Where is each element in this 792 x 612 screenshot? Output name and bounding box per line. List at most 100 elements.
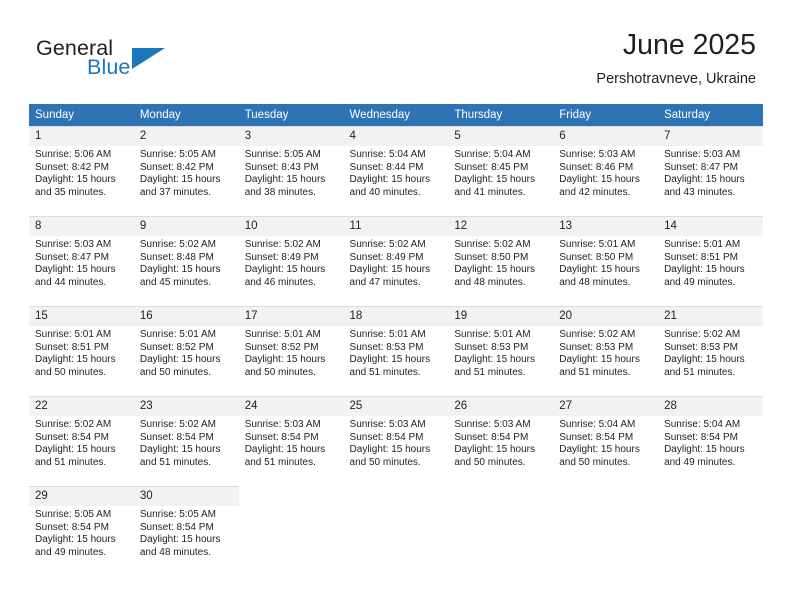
daylight-text-line2: and 42 minutes. (559, 186, 631, 198)
calendar-day-cell[interactable]: 11 Sunrise: 5:02 AM Sunset: 8:49 PM Dayligh… (343, 216, 449, 306)
sunrise-text: Sunrise: 5:03 AM (244, 419, 321, 430)
day-number: 9 (133, 217, 239, 236)
calendar-day-cell[interactable]: 10 Sunrise: 5:02 AM Sunset: 8:49 PM Dayligh… (238, 216, 344, 306)
sunset-text: Sunset: 8:51 PM (35, 341, 109, 353)
calendar-day-cell (343, 486, 449, 576)
calendar-day-cell[interactable]: 7 Sunrise: 5:03 AM Sunset: 8:47 PM Daylight… (658, 126, 763, 216)
day-number: 25 (343, 397, 449, 416)
weekday-header-tuesday: Tuesday (238, 104, 344, 126)
daylight-text-line1: Daylight: 15 hours (349, 444, 431, 456)
daylight-text-line2: and 49 minutes. (664, 276, 736, 288)
day-details: Sunrise: 5:02 AM Sunset: 8:54 PM Daylight:… (134, 416, 239, 469)
calendar-header-row: Sunday Monday Tuesday Wednesday Thursday… (29, 104, 763, 126)
day-details: Sunrise: 5:02 AM Sunset: 8:50 PM Daylight:… (448, 236, 553, 289)
sunset-text: Sunset: 8:54 PM (244, 431, 319, 443)
weekday-header-saturday: Saturday (658, 104, 763, 126)
calendar-day-cell[interactable]: 2 Sunrise: 5:05 AM Sunset: 8:42 PM Daylight… (133, 126, 239, 216)
calendar-day-cell[interactable]: 4 Sunrise: 5:04 AM Sunset: 8:44 PM Daylight… (343, 126, 449, 216)
sunset-text: Sunset: 8:54 PM (454, 431, 529, 443)
calendar-day-cell[interactable]: 8 Sunrise: 5:03 AM Sunset: 8:47 PM Daylight… (29, 216, 134, 306)
daylight-text-line1: Daylight: 15 hours (139, 354, 221, 366)
sunrise-text: Sunrise: 5:04 AM (664, 419, 741, 430)
calendar-day-cell[interactable]: 9 Sunrise: 5:02 AM Sunset: 8:48 PM Daylight… (133, 216, 239, 306)
day-cell-content: 29 Sunrise: 5:05 AM Sunset: 8:54 PM Dayligh… (29, 486, 134, 576)
calendar-day-cell[interactable]: 20 Sunrise: 5:02 AM Sunset: 8:53 PM Dayligh… (553, 306, 659, 396)
calendar-day-cell[interactable]: 25 Sunrise: 5:03 AM Sunset: 8:54 PM Dayligh… (343, 396, 449, 486)
daylight-text-line2: and 51 minutes. (454, 366, 526, 378)
sunrise-text: Sunrise: 5:04 AM (349, 149, 426, 160)
sunset-text: Sunset: 8:52 PM (244, 341, 319, 353)
daylight-text-line1: Daylight: 15 hours (349, 174, 431, 186)
calendar-day-cell[interactable]: 15 Sunrise: 5:01 AM Sunset: 8:51 PM Dayligh… (29, 306, 134, 396)
day-cell-content: 28 Sunrise: 5:04 AM Sunset: 8:54 PM Dayligh… (658, 396, 763, 486)
day-details: Sunrise: 5:02 AM Sunset: 8:53 PM Daylight:… (658, 326, 763, 379)
day-details: Sunrise: 5:01 AM Sunset: 8:53 PM Daylight:… (344, 326, 449, 379)
daylight-text-line1: Daylight: 15 hours (664, 264, 745, 276)
daylight-text-line2: and 50 minutes. (35, 366, 107, 378)
sunset-text: Sunset: 8:54 PM (664, 431, 738, 443)
sunrise-text: Sunrise: 5:03 AM (35, 239, 112, 250)
sunrise-text: Sunrise: 5:01 AM (454, 329, 531, 340)
sunset-text: Sunset: 8:47 PM (664, 161, 738, 173)
calendar-day-cell[interactable]: 18 Sunrise: 5:01 AM Sunset: 8:53 PM Dayligh… (343, 306, 449, 396)
day-cell-content: 30 Sunrise: 5:05 AM Sunset: 8:54 PM Dayligh… (133, 486, 239, 576)
sunrise-text: Sunrise: 5:02 AM (139, 239, 216, 250)
calendar-day-cell[interactable]: 14 Sunrise: 5:01 AM Sunset: 8:51 PM Dayligh… (658, 216, 763, 306)
calendar-day-cell[interactable]: 26 Sunrise: 5:03 AM Sunset: 8:54 PM Dayligh… (448, 396, 554, 486)
sunrise-text: Sunrise: 5:02 AM (664, 329, 741, 340)
calendar-day-cell[interactable]: 28 Sunrise: 5:04 AM Sunset: 8:54 PM Dayligh… (658, 396, 763, 486)
calendar-day-cell[interactable]: 29 Sunrise: 5:05 AM Sunset: 8:54 PM Dayligh… (29, 486, 134, 576)
calendar-day-cell[interactable]: 17 Sunrise: 5:01 AM Sunset: 8:52 PM Dayligh… (238, 306, 344, 396)
calendar-page: General Blue June 2025 Pershotravneve, U… (0, 0, 792, 612)
calendar-day-cell[interactable]: 13 Sunrise: 5:01 AM Sunset: 8:50 PM Dayligh… (553, 216, 659, 306)
sunrise-text: Sunrise: 5:01 AM (139, 329, 216, 340)
sunrise-text: Sunrise: 5:02 AM (559, 329, 636, 340)
daylight-text-line1: Daylight: 15 hours (35, 354, 116, 366)
day-cell-content: 4 Sunrise: 5:04 AM Sunset: 8:44 PM Daylight… (343, 126, 449, 216)
sunset-text: Sunset: 8:53 PM (454, 341, 529, 353)
day-details: Sunrise: 5:01 AM Sunset: 8:52 PM Daylight:… (134, 326, 239, 379)
sunrise-text: Sunrise: 5:01 AM (35, 329, 112, 340)
day-number: 10 (238, 217, 344, 236)
calendar-week-row: 1 Sunrise: 5:06 AM Sunset: 8:42 PM Daylight… (29, 126, 763, 216)
day-number: 23 (133, 397, 239, 416)
day-cell-content: 15 Sunrise: 5:01 AM Sunset: 8:51 PM Dayligh… (29, 306, 134, 396)
calendar-day-cell[interactable]: 27 Sunrise: 5:04 AM Sunset: 8:54 PM Dayligh… (553, 396, 659, 486)
sunset-text: Sunset: 8:42 PM (35, 161, 109, 173)
calendar-day-cell[interactable]: 19 Sunrise: 5:01 AM Sunset: 8:53 PM Dayligh… (448, 306, 554, 396)
sunrise-text: Sunrise: 5:01 AM (244, 329, 321, 340)
calendar-day-cell[interactable]: 1 Sunrise: 5:06 AM Sunset: 8:42 PM Daylight… (29, 126, 134, 216)
day-cell-empty (658, 486, 763, 576)
calendar-day-cell[interactable]: 22 Sunrise: 5:02 AM Sunset: 8:54 PM Dayligh… (29, 396, 134, 486)
daylight-text-line2: and 50 minutes. (244, 366, 316, 378)
sunrise-text: Sunrise: 5:05 AM (244, 149, 321, 160)
day-number: 26 (448, 397, 554, 416)
calendar-table: Sunday Monday Tuesday Wednesday Thursday… (29, 104, 763, 576)
sunset-text: Sunset: 8:54 PM (35, 521, 109, 533)
title-block: June 2025 Pershotravneve, Ukraine (596, 28, 756, 89)
day-number: 19 (448, 307, 554, 326)
day-cell-content: 20 Sunrise: 5:02 AM Sunset: 8:53 PM Dayligh… (553, 306, 659, 396)
calendar-day-cell[interactable]: 21 Sunrise: 5:02 AM Sunset: 8:53 PM Dayligh… (658, 306, 763, 396)
calendar-day-cell[interactable]: 3 Sunrise: 5:05 AM Sunset: 8:43 PM Daylight… (238, 126, 344, 216)
day-cell-content: 1 Sunrise: 5:06 AM Sunset: 8:42 PM Daylight… (29, 126, 134, 216)
day-details: Sunrise: 5:03 AM Sunset: 8:54 PM Daylight:… (239, 416, 344, 469)
daylight-text-line2: and 37 minutes. (139, 186, 212, 198)
daylight-text-line2: and 50 minutes. (139, 366, 212, 378)
day-number: 1 (29, 127, 134, 146)
calendar-day-cell[interactable]: 6 Sunrise: 5:03 AM Sunset: 8:46 PM Daylight… (553, 126, 659, 216)
day-cell-content: 14 Sunrise: 5:01 AM Sunset: 8:51 PM Dayligh… (658, 216, 763, 306)
sunset-text: Sunset: 8:54 PM (349, 431, 424, 443)
brand-logo[interactable]: General Blue (36, 36, 216, 84)
calendar-day-cell[interactable]: 30 Sunrise: 5:05 AM Sunset: 8:54 PM Dayligh… (133, 486, 239, 576)
calendar-day-cell[interactable]: 5 Sunrise: 5:04 AM Sunset: 8:45 PM Daylight… (448, 126, 554, 216)
calendar-day-cell[interactable]: 23 Sunrise: 5:02 AM Sunset: 8:54 PM Dayligh… (133, 396, 239, 486)
calendar-day-cell[interactable]: 24 Sunrise: 5:03 AM Sunset: 8:54 PM Dayligh… (238, 396, 344, 486)
day-number: 5 (448, 127, 554, 146)
sunset-text: Sunset: 8:48 PM (139, 251, 214, 263)
calendar-day-cell[interactable]: 16 Sunrise: 5:01 AM Sunset: 8:52 PM Dayligh… (133, 306, 239, 396)
daylight-text-line2: and 48 minutes. (454, 276, 526, 288)
calendar-day-cell[interactable]: 12 Sunrise: 5:02 AM Sunset: 8:50 PM Dayligh… (448, 216, 554, 306)
day-number: 7 (658, 127, 763, 146)
daylight-text-line2: and 38 minutes. (244, 186, 316, 198)
